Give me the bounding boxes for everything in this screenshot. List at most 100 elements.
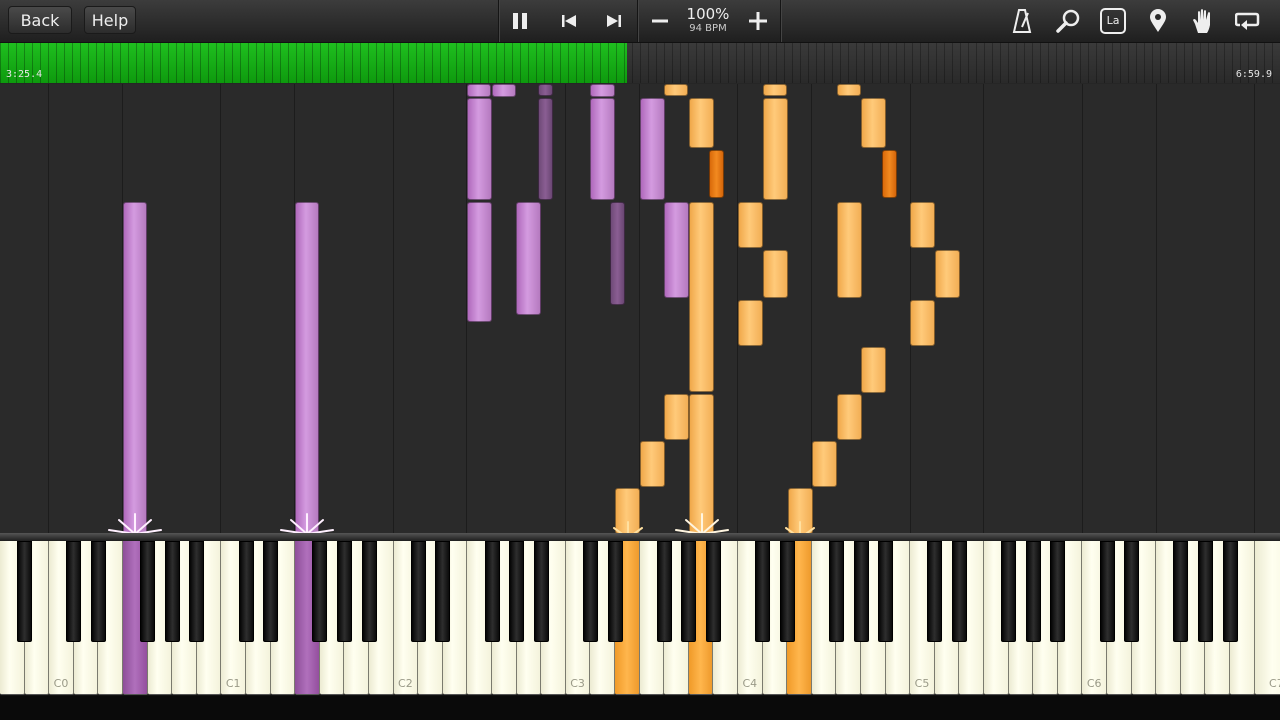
black-key[interactable] bbox=[582, 541, 598, 642]
black-key[interactable] bbox=[607, 541, 623, 642]
note-right-hand bbox=[738, 202, 763, 248]
black-key[interactable] bbox=[1001, 541, 1017, 642]
spark-effect bbox=[613, 521, 643, 534]
plus-icon[interactable] bbox=[742, 5, 774, 37]
note-left-hand bbox=[467, 84, 491, 97]
black-key[interactable] bbox=[336, 541, 352, 642]
spark-effect bbox=[675, 513, 729, 534]
black-key[interactable] bbox=[238, 541, 254, 642]
note-left-hand bbox=[664, 202, 689, 298]
note-right-hand bbox=[837, 84, 861, 96]
black-key[interactable] bbox=[361, 541, 377, 642]
white-key[interactable]: C7 bbox=[1254, 541, 1280, 695]
back-button[interactable]: Back bbox=[8, 6, 72, 34]
note-left-hand bbox=[467, 98, 492, 200]
black-key[interactable] bbox=[656, 541, 672, 642]
black-key[interactable] bbox=[927, 541, 943, 642]
black-key[interactable] bbox=[90, 541, 106, 642]
black-key[interactable] bbox=[1222, 541, 1238, 642]
note-left-hand bbox=[640, 98, 665, 200]
minus-icon[interactable] bbox=[644, 5, 676, 37]
skip-forward-icon[interactable] bbox=[598, 5, 630, 37]
octave-label: C7 bbox=[1269, 677, 1280, 690]
grid-line bbox=[1254, 84, 1255, 534]
note-right-hand bbox=[738, 300, 763, 346]
note-right-hand bbox=[837, 394, 862, 440]
black-key[interactable] bbox=[1099, 541, 1115, 642]
tempo-percent[interactable]: 100% bbox=[684, 5, 732, 23]
pause-icon[interactable] bbox=[504, 5, 536, 37]
note-right-hand bbox=[882, 150, 897, 198]
zoom-icon[interactable] bbox=[1052, 5, 1084, 37]
note-left-hand bbox=[610, 202, 625, 305]
note-right-hand bbox=[763, 98, 788, 200]
black-key[interactable] bbox=[533, 541, 549, 642]
current-time: 3:25.4 bbox=[6, 69, 43, 80]
note-right-hand bbox=[861, 98, 886, 148]
toolbar: Back Help 100% 94 BPM La bbox=[0, 0, 1280, 43]
black-key[interactable] bbox=[140, 541, 156, 642]
black-key[interactable] bbox=[1124, 541, 1140, 642]
tempo-bpm: 94 BPM bbox=[689, 23, 727, 34]
black-key[interactable] bbox=[484, 541, 500, 642]
black-key[interactable] bbox=[410, 541, 426, 642]
black-key[interactable] bbox=[828, 541, 844, 642]
black-key[interactable] bbox=[1050, 541, 1066, 642]
note-right-hand bbox=[763, 84, 787, 96]
grid-line bbox=[220, 84, 221, 534]
note-right-hand bbox=[763, 250, 788, 298]
loop-icon[interactable] bbox=[1232, 5, 1264, 37]
note-left-hand bbox=[538, 98, 553, 200]
note-right-hand bbox=[640, 441, 665, 487]
octave-label: C5 bbox=[914, 677, 930, 690]
black-key[interactable] bbox=[681, 541, 697, 642]
black-key[interactable] bbox=[164, 541, 180, 642]
note-right-hand bbox=[861, 347, 886, 393]
separator bbox=[780, 0, 781, 42]
note-left-hand bbox=[590, 84, 615, 97]
piano-roll bbox=[0, 84, 1280, 534]
marker-icon[interactable] bbox=[1142, 5, 1174, 37]
bottom-bar bbox=[0, 696, 1280, 720]
black-key[interactable] bbox=[779, 541, 795, 642]
black-key[interactable] bbox=[853, 541, 869, 642]
black-key[interactable] bbox=[755, 541, 771, 642]
skip-back-icon[interactable] bbox=[553, 5, 585, 37]
progress-bar[interactable]: 3:25.4 6:59.9 bbox=[0, 43, 1280, 83]
metronome-icon[interactable] bbox=[1006, 5, 1038, 37]
note-labels-icon[interactable]: La bbox=[1097, 5, 1129, 37]
black-key[interactable] bbox=[878, 541, 894, 642]
octave-label: C0 bbox=[53, 677, 69, 690]
black-key[interactable] bbox=[189, 541, 205, 642]
black-key[interactable] bbox=[312, 541, 328, 642]
grid-line bbox=[983, 84, 984, 534]
spark-effect bbox=[280, 513, 334, 534]
note-right-hand bbox=[664, 394, 689, 440]
note-right-hand bbox=[664, 84, 688, 96]
note-right-hand bbox=[709, 150, 724, 198]
black-key[interactable] bbox=[951, 541, 967, 642]
black-key[interactable] bbox=[1173, 541, 1189, 642]
black-key[interactable] bbox=[435, 541, 451, 642]
note-left-hand bbox=[467, 202, 492, 322]
black-key[interactable] bbox=[17, 541, 33, 642]
note-right-hand bbox=[910, 202, 935, 248]
note-left-hand bbox=[492, 84, 516, 97]
separator bbox=[498, 0, 499, 42]
black-key[interactable] bbox=[509, 541, 525, 642]
separator bbox=[637, 0, 638, 42]
total-time: 6:59.9 bbox=[1235, 69, 1272, 80]
octave-label: C2 bbox=[398, 677, 413, 690]
black-key[interactable] bbox=[263, 541, 279, 642]
note-left-hand bbox=[590, 98, 615, 200]
note-left-hand bbox=[516, 202, 541, 315]
grid-line bbox=[1082, 84, 1083, 534]
black-key[interactable] bbox=[66, 541, 82, 642]
help-button[interactable]: Help bbox=[84, 6, 136, 34]
grid-line bbox=[48, 84, 49, 534]
hand-icon[interactable] bbox=[1187, 5, 1219, 37]
note-left-hand bbox=[123, 202, 147, 534]
black-key[interactable] bbox=[1025, 541, 1041, 642]
black-key[interactable] bbox=[1197, 541, 1213, 642]
black-key[interactable] bbox=[705, 541, 721, 642]
